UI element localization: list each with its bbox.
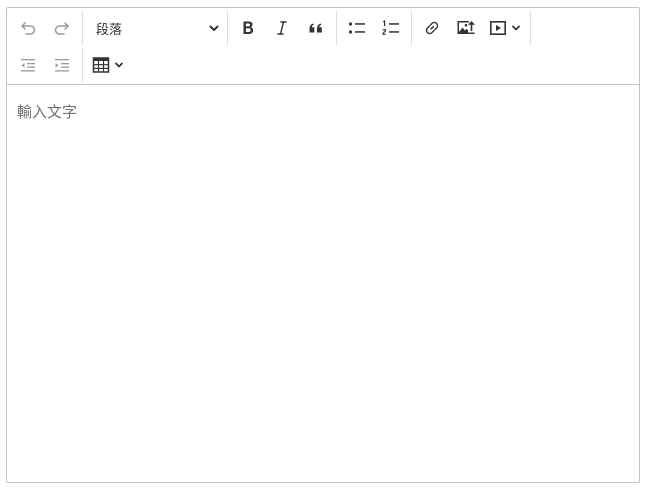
rich-text-editor: 段落 輸入文字 [6,7,640,483]
undo-button[interactable] [11,12,45,44]
toolbar-row-1: 段落 [11,10,534,46]
numbered-list-icon [382,19,399,35]
bulleted-list-icon [348,22,365,34]
italic-icon [277,21,287,35]
bulleted-list-button[interactable] [340,12,374,44]
outdent-button[interactable] [11,49,45,81]
toolbar-separator [336,11,337,45]
toolbar-separator [530,11,531,45]
redo-icon [54,22,69,35]
insert-table-button[interactable] [86,49,130,81]
table-icon [92,57,110,73]
editor-placeholder: 輸入文字 [17,104,78,121]
bold-icon [243,21,254,34]
toolbar-separator [82,48,83,82]
outdent-icon [21,59,35,72]
editor-content-area[interactable]: 輸入文字 [7,85,639,482]
toolbar-separator [411,11,412,45]
bold-button[interactable] [231,12,265,44]
undo-icon [21,22,36,35]
chevron-down-icon [209,25,219,31]
heading-dropdown[interactable]: 段落 [86,12,224,44]
toolbar-row-2 [11,47,130,83]
image-upload-icon [457,21,475,34]
numbered-list-button[interactable] [374,12,408,44]
indent-button[interactable] [45,49,79,81]
block-quote-button[interactable] [299,12,333,44]
insert-media-button[interactable] [483,12,527,44]
link-button[interactable] [415,12,449,44]
link-icon [425,21,439,35]
editor-toolbar: 段落 [7,8,639,85]
quote-icon [309,23,322,33]
chevron-down-icon [512,25,520,31]
chevron-down-icon [115,62,123,68]
heading-dropdown-label: 段落 [96,21,123,37]
toolbar-separator [227,11,228,45]
insert-image-button[interactable] [449,12,483,44]
redo-button[interactable] [45,12,79,44]
italic-button[interactable] [265,12,299,44]
toolbar-separator [82,11,83,45]
media-icon [489,20,506,35]
indent-icon [55,59,69,72]
